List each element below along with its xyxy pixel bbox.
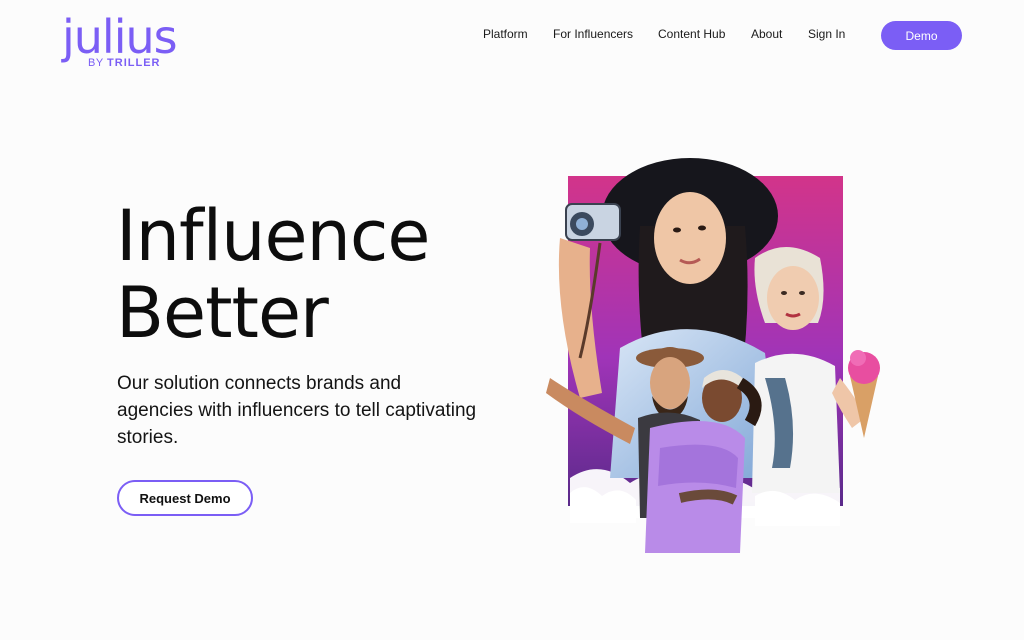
nav-sign-in[interactable]: Sign In <box>808 27 845 41</box>
hero-title-line2: Better <box>116 272 329 354</box>
demo-button[interactable]: Demo <box>881 21 962 50</box>
collage-image <box>546 158 880 553</box>
hero-title: Influence Better <box>116 195 430 354</box>
hero-title-line1: Influence <box>116 195 430 277</box>
logo-wordmark: julius <box>62 10 178 64</box>
nav-platform[interactable]: Platform <box>483 27 528 41</box>
nav-for-influencers[interactable]: For Influencers <box>553 27 633 41</box>
logo-by: BY <box>88 57 104 69</box>
woman-with-ice-cream <box>752 247 880 493</box>
nav-content-hub[interactable]: Content Hub <box>658 27 725 41</box>
nav-about[interactable]: About <box>751 27 782 41</box>
hero-influencer-collage <box>540 148 890 562</box>
request-demo-button[interactable]: Request Demo <box>117 480 253 516</box>
logo-tagline: BY TRILLER <box>88 57 161 69</box>
hero-subtitle: Our solution connects brands and agencie… <box>117 373 477 448</box>
logo-company: TRILLER <box>107 57 161 69</box>
julius-logo[interactable]: julius BY TRILLER <box>62 10 192 74</box>
